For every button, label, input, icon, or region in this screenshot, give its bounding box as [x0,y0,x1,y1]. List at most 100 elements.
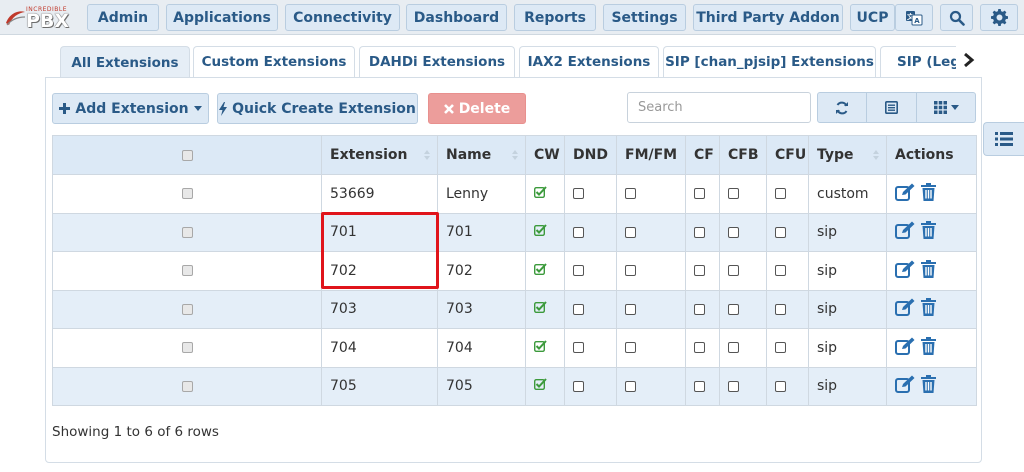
tab-custom-extensions[interactable]: Custom Extensions [193,46,355,77]
column-header-type[interactable]: Type [808,135,887,175]
fmfm-cell[interactable] [616,251,686,291]
cf-checkbox[interactable] [694,226,705,238]
edit-button[interactable] [895,260,915,282]
cfb-checkbox[interactable] [728,265,739,277]
row-select-checkbox[interactable] [181,380,193,392]
nav-connectivity[interactable]: Connectivity [285,4,400,31]
fmfm-checkbox[interactable] [625,303,636,315]
column-header-dnd[interactable]: DND [564,135,617,175]
column-header-extension[interactable]: Extension [321,135,438,175]
edit-button[interactable] [895,298,915,320]
cfu-cell[interactable] [766,366,809,406]
tab-iax2-extensions[interactable]: IAX2 Extensions [519,46,659,77]
sidebar-toggle-button[interactable] [983,122,1024,156]
refresh-button[interactable] [817,92,867,123]
quick-create-extension-button[interactable]: Quick Create Extension [217,93,418,124]
delete-row-button[interactable] [921,259,936,282]
cfu-cell[interactable] [766,212,809,252]
delete-row-button[interactable] [921,182,936,205]
dnd-cell[interactable] [564,289,617,329]
cf-cell[interactable] [685,174,720,214]
cw-cell[interactable] [525,174,565,214]
fmfm-cell[interactable] [616,174,686,214]
cf-checkbox[interactable] [694,265,705,277]
cf-checkbox[interactable] [694,342,705,354]
tab-all-extensions[interactable]: All Extensions [60,46,190,78]
cfb-cell[interactable] [719,212,767,252]
nav-admin[interactable]: Admin [87,4,159,31]
cf-cell[interactable] [685,328,720,368]
cfu-cell[interactable] [766,289,809,329]
row-select-checkbox[interactable] [181,342,193,354]
language-button[interactable]: 文 A [895,4,933,31]
cfb-cell[interactable] [719,366,767,406]
nav-dashboard[interactable]: Dashboard [406,4,507,31]
nav-ucp[interactable]: UCP [850,4,895,31]
dnd-cell[interactable] [564,212,617,252]
delete-row-button[interactable] [921,298,936,320]
fmfm-cell[interactable] [616,328,686,368]
cfb-checkbox[interactable] [728,303,739,315]
columns-dropdown-button[interactable] [916,92,976,123]
cf-checkbox[interactable] [694,188,705,200]
cfb-checkbox[interactable] [728,380,739,392]
cfb-checkbox[interactable] [728,188,739,200]
cw-cell[interactable] [525,289,565,329]
delete-button[interactable]: Delete [428,93,526,124]
cfb-cell[interactable] [719,289,767,329]
search-input[interactable] [627,92,811,123]
row-select-checkbox[interactable] [181,188,193,200]
column-header-cfb[interactable]: CFB [719,135,767,175]
column-header-cf[interactable]: CF [685,135,720,175]
cf-cell[interactable] [685,289,720,329]
add-extension-button[interactable]: Add Extension [52,93,209,124]
cfu-cell[interactable] [766,328,809,368]
fmfm-cell[interactable] [616,212,686,252]
select-all-checkbox[interactable] [181,149,193,161]
cfu-checkbox[interactable] [775,303,786,315]
column-header-cw[interactable]: CW [525,135,565,175]
delete-row-button[interactable] [921,221,936,243]
nav-applications[interactable]: Applications [166,4,278,31]
fmfm-checkbox[interactable] [625,188,636,200]
cw-cell[interactable] [525,251,565,291]
toggle-view-button[interactable] [866,92,917,123]
dnd-checkbox[interactable] [573,342,584,354]
tab-sip-legacy-extensions[interactable]: SIP (Lega [880,46,956,77]
cf-cell[interactable] [685,366,720,406]
tab-dahdi-extensions[interactable]: DAHDi Extensions [359,46,515,77]
dnd-cell[interactable] [564,366,617,406]
cfu-checkbox[interactable] [775,265,786,277]
dnd-checkbox[interactable] [573,188,584,200]
fmfm-checkbox[interactable] [625,265,636,277]
cf-cell[interactable] [685,251,720,291]
cw-cell[interactable] [525,328,565,368]
row-select-checkbox[interactable] [181,265,193,277]
edit-button[interactable] [895,183,915,205]
chevron-right-icon[interactable] [962,52,976,68]
edit-button[interactable] [895,221,915,243]
cw-cell[interactable] [525,366,565,406]
dnd-checkbox[interactable] [573,303,584,315]
search-button[interactable] [940,4,973,31]
cw-cell[interactable] [525,212,565,252]
tab-sip-chan-pjsip-extensions[interactable]: SIP [chan_pjsip] Extensions [663,46,876,77]
cf-cell[interactable] [685,212,720,252]
cfu-cell[interactable] [766,251,809,291]
cfu-checkbox[interactable] [775,380,786,392]
delete-row-button[interactable] [921,375,936,397]
row-select-checkbox[interactable] [181,303,193,315]
column-header-fmfm[interactable]: FM/FM [616,135,686,175]
fmfm-checkbox[interactable] [625,342,636,354]
fmfm-checkbox[interactable] [625,380,636,392]
delete-row-button[interactable] [921,336,936,359]
dnd-cell[interactable] [564,174,617,214]
cfb-cell[interactable] [719,251,767,291]
column-header-name[interactable]: Name [437,135,526,175]
settings-gear-button[interactable] [980,4,1018,31]
incredible-pbx-logo[interactable]: INCREDIBLE PBX [4,5,82,31]
edit-button[interactable] [895,337,915,359]
cfb-checkbox[interactable] [728,226,739,238]
dnd-checkbox[interactable] [573,265,584,277]
nav-third-party-addon[interactable]: Third Party Addon [693,4,843,31]
